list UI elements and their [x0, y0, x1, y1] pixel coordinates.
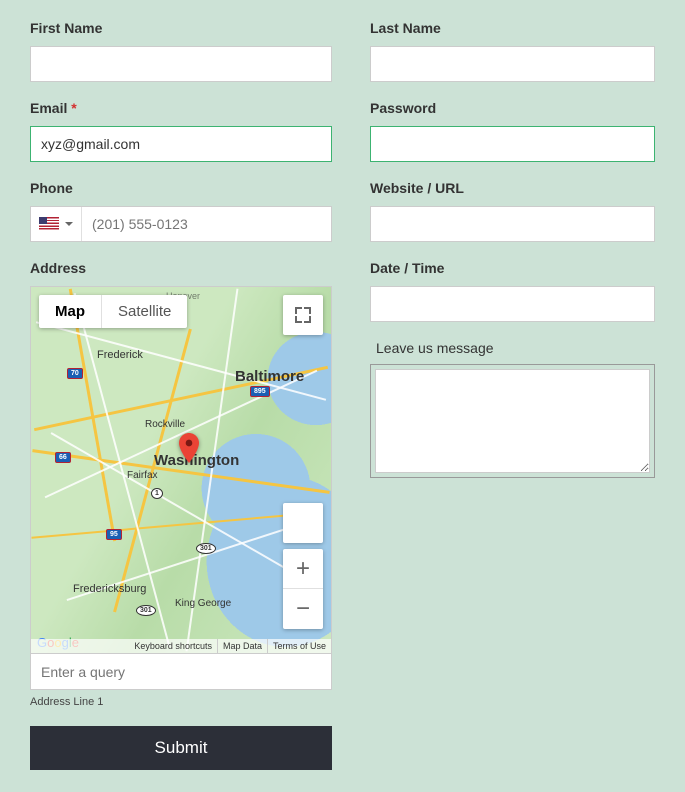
- password-input[interactable]: [370, 126, 655, 162]
- address-line-1-caption: Address Line 1: [30, 696, 332, 708]
- flag-us-icon: [39, 217, 59, 231]
- zoom-out-button[interactable]: −: [283, 589, 323, 629]
- map-type-map-button[interactable]: Map: [39, 295, 102, 328]
- zoom-in-button[interactable]: +: [283, 549, 323, 589]
- map-place-label: Fredericksburg: [73, 583, 146, 595]
- email-input[interactable]: xyz@gmail.com: [30, 126, 332, 162]
- fullscreen-button[interactable]: [283, 295, 323, 335]
- date-time-label: Date / Time: [370, 260, 655, 276]
- interstate-shield-icon: 70: [67, 368, 83, 379]
- map-place-label: Rockville: [145, 419, 185, 430]
- interstate-shield-icon: 95: [106, 529, 122, 540]
- address-group: Address 70 895 95 66 1 301 301 Bre Hanov…: [30, 260, 332, 770]
- date-time-input[interactable]: [370, 286, 655, 322]
- last-name-input[interactable]: [370, 46, 655, 82]
- map-type-control: Map Satellite: [39, 295, 187, 328]
- email-group: Email * xyz@gmail.com: [30, 100, 332, 162]
- password-group: Password: [370, 100, 655, 162]
- zoom-control: + −: [283, 549, 323, 629]
- route-shield-icon: 301: [196, 543, 216, 554]
- message-label: Leave us message: [376, 340, 655, 356]
- streetview-pegman-button[interactable]: [283, 503, 323, 543]
- message-group: Leave us message: [370, 340, 655, 478]
- first-name-group: First Name: [30, 20, 332, 82]
- map-attribution: Keyboard shortcuts Map Data Terms of Use: [31, 639, 331, 653]
- website-group: Website / URL: [370, 180, 655, 242]
- map-place-label: King George: [175, 598, 231, 609]
- first-name-input[interactable]: [30, 46, 332, 82]
- required-marker: *: [71, 100, 76, 116]
- phone-label: Phone: [30, 180, 332, 196]
- terms-link[interactable]: Terms of Use: [267, 639, 331, 653]
- website-input[interactable]: [370, 206, 655, 242]
- address-label: Address: [30, 260, 332, 276]
- map-place-label: Frederick: [97, 349, 143, 361]
- last-name-label: Last Name: [370, 20, 655, 36]
- caret-down-icon: [65, 222, 73, 226]
- website-label: Website / URL: [370, 180, 655, 196]
- interstate-shield-icon: 66: [55, 452, 71, 463]
- map-type-satellite-button[interactable]: Satellite: [102, 295, 187, 328]
- last-name-group: Last Name: [370, 20, 655, 82]
- map-pin-icon: [178, 433, 200, 463]
- address-map[interactable]: 70 895 95 66 1 301 301 Bre Hanover Frede…: [30, 286, 332, 654]
- date-time-group: Date / Time: [370, 260, 655, 322]
- map-place-label: Baltimore: [235, 368, 304, 385]
- email-label: Email *: [30, 100, 332, 116]
- submit-button[interactable]: Submit: [30, 726, 332, 770]
- phone-input[interactable]: [82, 207, 331, 241]
- country-code-select[interactable]: [31, 207, 82, 241]
- password-label: Password: [370, 100, 655, 116]
- address-query-input[interactable]: [30, 654, 332, 690]
- first-name-label: First Name: [30, 20, 332, 36]
- fullscreen-icon: [295, 307, 311, 323]
- keyboard-shortcuts-link[interactable]: Keyboard shortcuts: [129, 639, 217, 653]
- message-textarea[interactable]: [375, 369, 650, 473]
- map-place-label: Fairfax: [127, 470, 158, 481]
- phone-group: Phone: [30, 180, 332, 242]
- map-data-link[interactable]: Map Data: [217, 639, 267, 653]
- interstate-shield-icon: 895: [250, 386, 270, 397]
